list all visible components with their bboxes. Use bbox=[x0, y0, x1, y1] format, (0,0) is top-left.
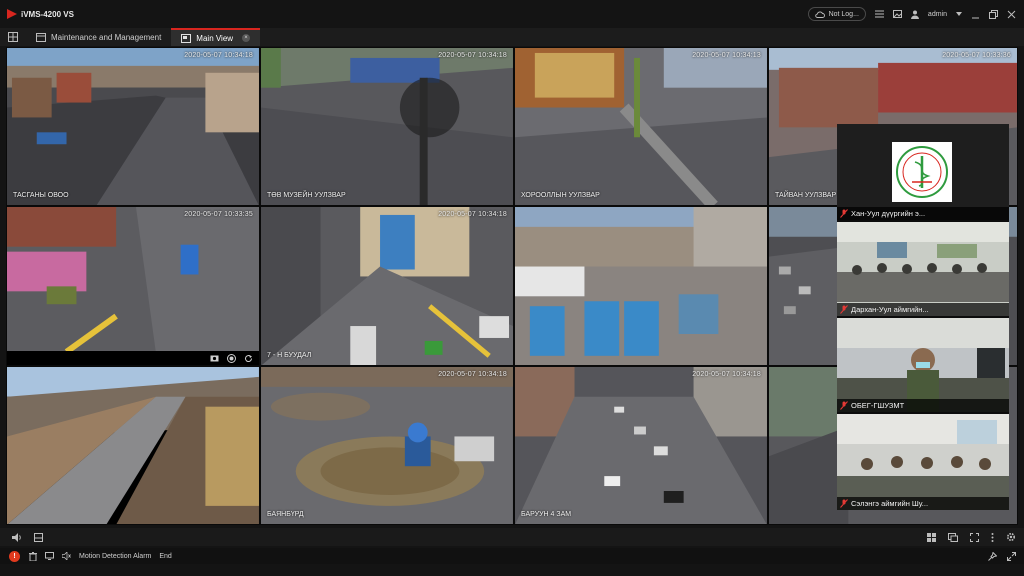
panel-icon[interactable] bbox=[34, 532, 43, 542]
participant-name: ОБЕГ-ГШУЗМТ bbox=[851, 401, 905, 410]
list-icon[interactable] bbox=[874, 10, 884, 18]
camera-tile[interactable]: 2020-05-07 10:34:18 ТАСГАНЫ ОВОО bbox=[6, 47, 260, 206]
view-control-bar bbox=[0, 528, 1024, 546]
participant-label: Хан-Уул дүүргийн э... bbox=[837, 207, 1009, 220]
camera-tile[interactable]: 2020-05-07 10:34:18 7 - Н БУУДАЛ bbox=[260, 206, 514, 366]
login-status-label: Not Log... bbox=[828, 10, 859, 18]
image-icon[interactable] bbox=[892, 10, 902, 18]
main-view-icon bbox=[181, 33, 192, 43]
menu-button[interactable] bbox=[0, 28, 26, 46]
tab-maintenance[interactable]: Maintenance and Management bbox=[26, 28, 171, 46]
login-status-button[interactable]: Not Log... bbox=[807, 7, 866, 21]
app-title: iVMS-4200 VS bbox=[21, 9, 74, 19]
record-icon[interactable] bbox=[227, 353, 236, 363]
camera-timestamp: 2020-05-07 10:34:18 bbox=[184, 52, 253, 59]
volume-icon[interactable] bbox=[12, 532, 22, 542]
camera-feed bbox=[261, 207, 513, 365]
minimize-icon[interactable] bbox=[971, 10, 980, 19]
video-conference-panel: Хан-Уул дүүргийн э... Дархан-Уул аймгийн… bbox=[837, 124, 1009, 510]
participant-name: Дархан-Уул аймгийн... bbox=[851, 305, 929, 314]
conference-tile[interactable]: Хан-Уул дүүргийн э... bbox=[837, 124, 1009, 220]
more-icon[interactable] bbox=[991, 532, 994, 542]
participant-name: Сэлэнгэ аймгийн Шу... bbox=[851, 499, 929, 508]
mic-off-icon bbox=[840, 209, 848, 218]
participant-video bbox=[837, 414, 1009, 510]
pin-icon[interactable] bbox=[988, 551, 997, 561]
mic-off-icon bbox=[840, 305, 848, 314]
camera-name: ТАЙВАН УУЛЗВАР bbox=[775, 192, 837, 199]
camera-tile[interactable] bbox=[6, 366, 260, 525]
tab-close-icon[interactable]: × bbox=[242, 34, 251, 42]
cloud-icon bbox=[814, 11, 825, 18]
camera-feed bbox=[261, 367, 513, 524]
camera-tile[interactable]: 2020-05-07 10:33:35 bbox=[6, 206, 260, 366]
mic-off-icon bbox=[840, 499, 848, 508]
chevron-down-icon[interactable] bbox=[956, 12, 962, 16]
camera-tile[interactable]: 2020-05-07 10:34:18 БАРУУН 4 ЗАМ bbox=[514, 366, 768, 525]
participant-label: ОБЕГ-ГШУЗМТ bbox=[837, 399, 1009, 412]
tab-bar: Maintenance and Management Main View × bbox=[0, 28, 1024, 46]
camera-feed bbox=[7, 367, 259, 524]
camera-feed bbox=[515, 207, 767, 365]
hikvision-logo-icon bbox=[7, 9, 17, 19]
camera-timestamp: 2020-05-07 10:34:18 bbox=[438, 211, 507, 218]
participant-label: Дархан-Уул аймгийн... bbox=[837, 303, 1009, 316]
tab-label: Main View bbox=[196, 33, 234, 43]
camera-name: ХОРООЛЛЫН УУЛЗВАР bbox=[521, 192, 600, 199]
user-name[interactable]: admin bbox=[928, 11, 947, 18]
camera-tile[interactable] bbox=[514, 206, 768, 366]
camera-tile[interactable]: 2020-05-07 10:34:18 БАЯНБҮРД bbox=[260, 366, 514, 525]
participant-video bbox=[837, 318, 1009, 412]
window-icon[interactable] bbox=[948, 532, 958, 542]
participant-label: Сэлэнгэ аймгийн Шу... bbox=[837, 497, 1009, 510]
status-bar: ! Motion Detection Alarm End bbox=[0, 548, 1024, 564]
camera-timestamp: 2020-05-07 10:34:18 bbox=[692, 371, 761, 378]
camera-tile[interactable]: 2020-05-07 10:34:18 ТӨВ МУЗЕЙН УУЛЗВАР bbox=[260, 47, 514, 206]
camera-feed bbox=[7, 48, 259, 205]
camera-name: 7 - Н БУУДАЛ bbox=[267, 352, 312, 359]
alarm-end-label[interactable]: End bbox=[159, 553, 171, 560]
alarm-status-text: Motion Detection Alarm bbox=[79, 552, 152, 560]
layout-icon[interactable] bbox=[927, 532, 936, 542]
camera-feed bbox=[261, 48, 513, 205]
camera-timestamp: 2020-05-07 10:34:13 bbox=[692, 52, 761, 59]
restore-icon[interactable] bbox=[989, 9, 998, 19]
mic-off-icon bbox=[840, 401, 848, 410]
tab-label: Maintenance and Management bbox=[51, 32, 162, 42]
playback-icon[interactable] bbox=[244, 354, 253, 363]
camera-toolbar bbox=[7, 351, 259, 365]
camera-timestamp: 2020-05-07 10:34:18 bbox=[438, 52, 507, 59]
fullscreen-icon[interactable] bbox=[970, 532, 979, 542]
participant-video bbox=[837, 222, 1009, 316]
alarm-icon[interactable]: ! bbox=[9, 550, 20, 562]
camera-feed bbox=[7, 207, 259, 355]
participant-name: Хан-Уул дүүргийн э... bbox=[851, 209, 926, 218]
camera-timestamp: 2020-05-07 10:33:36 bbox=[942, 52, 1011, 59]
expand-icon[interactable] bbox=[1007, 551, 1016, 561]
settings-icon[interactable] bbox=[1006, 532, 1016, 542]
screen-icon[interactable] bbox=[45, 552, 54, 560]
clinic-logo-icon bbox=[892, 142, 952, 202]
title-bar: iVMS-4200 VS Not Log... admin bbox=[0, 0, 1024, 28]
conference-tile[interactable]: Сэлэнгэ аймгийн Шу... bbox=[837, 414, 1009, 510]
trash-icon[interactable] bbox=[29, 551, 37, 561]
camera-name: ТӨВ МУЗЕЙН УУЛЗВАР bbox=[267, 192, 346, 199]
conference-tile[interactable]: ОБЕГ-ГШУЗМТ bbox=[837, 318, 1009, 412]
user-icon[interactable] bbox=[910, 10, 919, 19]
snapshot-icon[interactable] bbox=[210, 354, 219, 362]
close-icon[interactable] bbox=[1007, 10, 1016, 19]
camera-name: БАЯНБҮРД bbox=[267, 511, 304, 518]
camera-name: ТАСГАНЫ ОВОО bbox=[13, 192, 69, 199]
camera-timestamp: 2020-05-07 10:34:18 bbox=[438, 371, 507, 378]
grid-menu-icon bbox=[8, 32, 18, 42]
maintenance-icon bbox=[36, 32, 46, 42]
sound-icon[interactable] bbox=[62, 552, 71, 560]
camera-feed bbox=[515, 367, 767, 524]
camera-feed bbox=[515, 48, 767, 205]
tab-main-view[interactable]: Main View × bbox=[171, 28, 261, 46]
camera-name: БАРУУН 4 ЗАМ bbox=[521, 511, 572, 518]
camera-timestamp: 2020-05-07 10:33:35 bbox=[184, 211, 253, 218]
conference-tile[interactable]: Дархан-Уул аймгийн... bbox=[837, 222, 1009, 316]
camera-tile[interactable]: 2020-05-07 10:34:13 ХОРООЛЛЫН УУЛЗВАР bbox=[514, 47, 768, 206]
